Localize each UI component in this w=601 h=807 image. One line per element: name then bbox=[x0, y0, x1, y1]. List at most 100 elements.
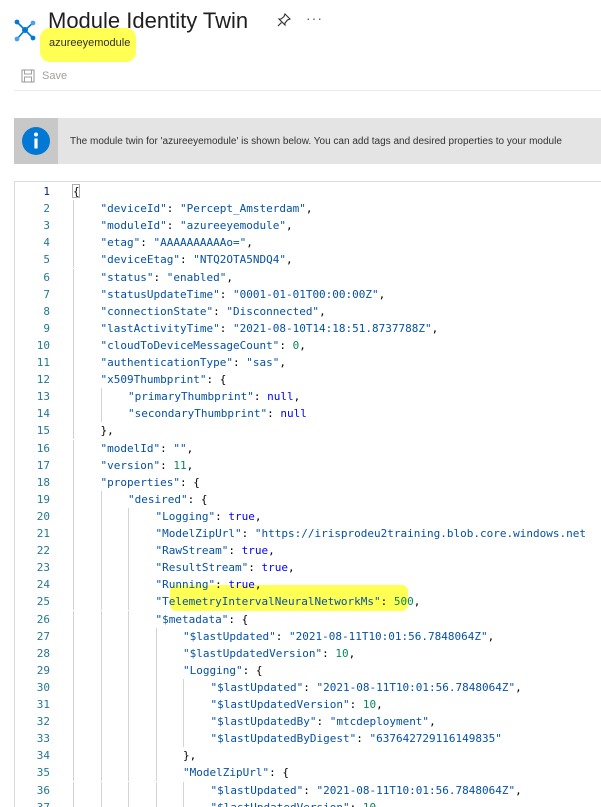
code-token: "etag" bbox=[100, 236, 141, 250]
code-text: "$lastUpdatedBy": "mtcdeployment", bbox=[211, 713, 436, 730]
code-token: "statusUpdateTime" bbox=[100, 287, 220, 301]
code-token: , bbox=[413, 595, 421, 609]
indent-guide bbox=[73, 678, 74, 696]
code-token: : bbox=[316, 715, 330, 729]
code-token: "desired" bbox=[128, 492, 188, 506]
code-token: : { bbox=[228, 612, 249, 626]
line-number: 27 bbox=[36, 629, 50, 643]
code-token: 10 bbox=[363, 801, 376, 807]
code-text: "TelemetryIntervalNeuralNetworkMs": 500, bbox=[156, 593, 421, 610]
indent-guide bbox=[73, 525, 74, 543]
indent-guide bbox=[100, 764, 102, 782]
pin-icon[interactable] bbox=[276, 12, 292, 28]
indent-guide bbox=[155, 747, 157, 765]
indent-guide bbox=[73, 268, 74, 286]
indent-guide bbox=[73, 251, 74, 269]
code-token: "Percept_Amsterdam" bbox=[179, 202, 306, 216]
code-token: "$lastUpdatedVersion" bbox=[211, 801, 350, 807]
indent-guide bbox=[73, 781, 74, 799]
code-token: "2021-08-11T10:01:56.7848064Z" bbox=[316, 680, 516, 694]
line-number: 35 bbox=[36, 766, 50, 780]
code-token: : bbox=[179, 253, 194, 267]
indent-guide bbox=[73, 217, 74, 235]
code-token: "$lastUpdatedByDigest" bbox=[210, 732, 357, 746]
line-number: 4 bbox=[43, 236, 50, 250]
line-number: 15 bbox=[36, 424, 50, 438]
code-token: , bbox=[246, 236, 253, 250]
code-token: , bbox=[429, 715, 436, 729]
line-number: 7 bbox=[43, 287, 50, 301]
indent-guide bbox=[100, 747, 102, 765]
indent-guide bbox=[183, 696, 184, 714]
code-token: }, bbox=[100, 424, 114, 438]
code-token: : bbox=[380, 595, 394, 609]
code-token: : bbox=[279, 338, 293, 352]
indent-guide bbox=[183, 713, 184, 731]
code-text: }, bbox=[101, 422, 114, 439]
code-text: "Logging": { bbox=[183, 662, 262, 679]
save-disk-icon bbox=[21, 69, 35, 83]
code-line: 22 "RawStream": true, bbox=[15, 542, 601, 559]
code-line: 26 "$metadata": { bbox=[15, 611, 601, 628]
indent-guide bbox=[155, 696, 157, 714]
code-token: "RawStream" bbox=[155, 544, 229, 558]
code-token: : bbox=[322, 646, 336, 660]
info-icon-container bbox=[14, 118, 58, 164]
indent-guide bbox=[128, 644, 129, 662]
code-token: "$lastUpdated" bbox=[210, 680, 304, 694]
indent-guide bbox=[128, 730, 129, 748]
indent-guide bbox=[73, 302, 74, 320]
code-line: 18 "properties": { bbox=[15, 474, 601, 491]
code-line: 16 "modelId": "", bbox=[15, 440, 601, 457]
code-token: "deviceId" bbox=[100, 202, 167, 216]
code-line: 3 "moduleId": "azureeyemodule", bbox=[15, 217, 601, 234]
indent-guide bbox=[73, 319, 74, 337]
code-token: : bbox=[160, 441, 174, 455]
indent-guide bbox=[73, 730, 74, 748]
code-text: "authenticationType": "sas", bbox=[101, 354, 286, 371]
code-token: "azureeyemodule" bbox=[179, 219, 286, 233]
code-token: "AAAAAAAAAAo=" bbox=[153, 236, 247, 250]
indent-guide bbox=[128, 542, 129, 560]
indent-guide bbox=[100, 490, 102, 508]
indent-guide bbox=[155, 781, 157, 799]
code-token: "authenticationType" bbox=[100, 356, 233, 369]
indent-guide bbox=[73, 696, 74, 714]
code-token: true bbox=[228, 578, 255, 592]
page-header: Module Identity Twin ··· azureeyemodule … bbox=[0, 0, 601, 100]
code-line: 27 "$lastUpdated": "2021-08-11T10:01:56.7… bbox=[15, 628, 601, 645]
code-token: "Disconnected" bbox=[226, 304, 320, 318]
code-token: , bbox=[268, 544, 275, 558]
code-token: , bbox=[319, 304, 326, 318]
indent-guide bbox=[73, 507, 74, 525]
code-token: : bbox=[303, 783, 317, 797]
code-token: "$lastUpdatedVersion" bbox=[183, 646, 323, 660]
indent-guide bbox=[100, 610, 102, 628]
code-token: }, bbox=[183, 749, 197, 763]
code-text: }, bbox=[183, 747, 196, 764]
save-button[interactable]: Save bbox=[21, 68, 67, 84]
code-text: "RawStream": true, bbox=[156, 542, 275, 559]
line-number: 25 bbox=[36, 595, 50, 609]
indent-guide bbox=[128, 713, 129, 731]
code-token: "enabled" bbox=[166, 270, 227, 284]
code-line: 1{ bbox=[15, 183, 601, 200]
info-banner: The module twin for 'azureeyemodule' is … bbox=[14, 118, 601, 164]
indent-guide bbox=[73, 336, 74, 354]
info-banner-text: The module twin for 'azureeyemodule' is … bbox=[70, 135, 562, 147]
code-token: "2021-08-11T10:01:56.7848064Z" bbox=[288, 629, 488, 643]
more-options-button[interactable]: ··· bbox=[306, 10, 323, 26]
code-token: true bbox=[241, 544, 269, 558]
indent-guide bbox=[155, 730, 157, 748]
json-editor[interactable]: 1{ 2 "deviceId": "Percept_Amsterdam", 3 "mod… bbox=[14, 181, 601, 807]
line-number: 17 bbox=[36, 458, 50, 472]
code-token: "version" bbox=[100, 458, 161, 472]
code-line: 21 "ModelZipUrl": "https://irisprodeu2tra… bbox=[15, 525, 601, 542]
code-token: "connectionState" bbox=[100, 304, 214, 318]
code-text: "properties": { bbox=[101, 474, 200, 491]
line-number: 2 bbox=[43, 202, 50, 216]
code-text: "$lastUpdated": "2021-08-11T10:01:56.784… bbox=[211, 782, 522, 799]
code-text: "lastActivityTime": "2021-08-10T14:18:51… bbox=[101, 320, 439, 337]
code-token: "lastActivityTime" bbox=[100, 321, 220, 335]
save-label: Save bbox=[42, 70, 68, 82]
